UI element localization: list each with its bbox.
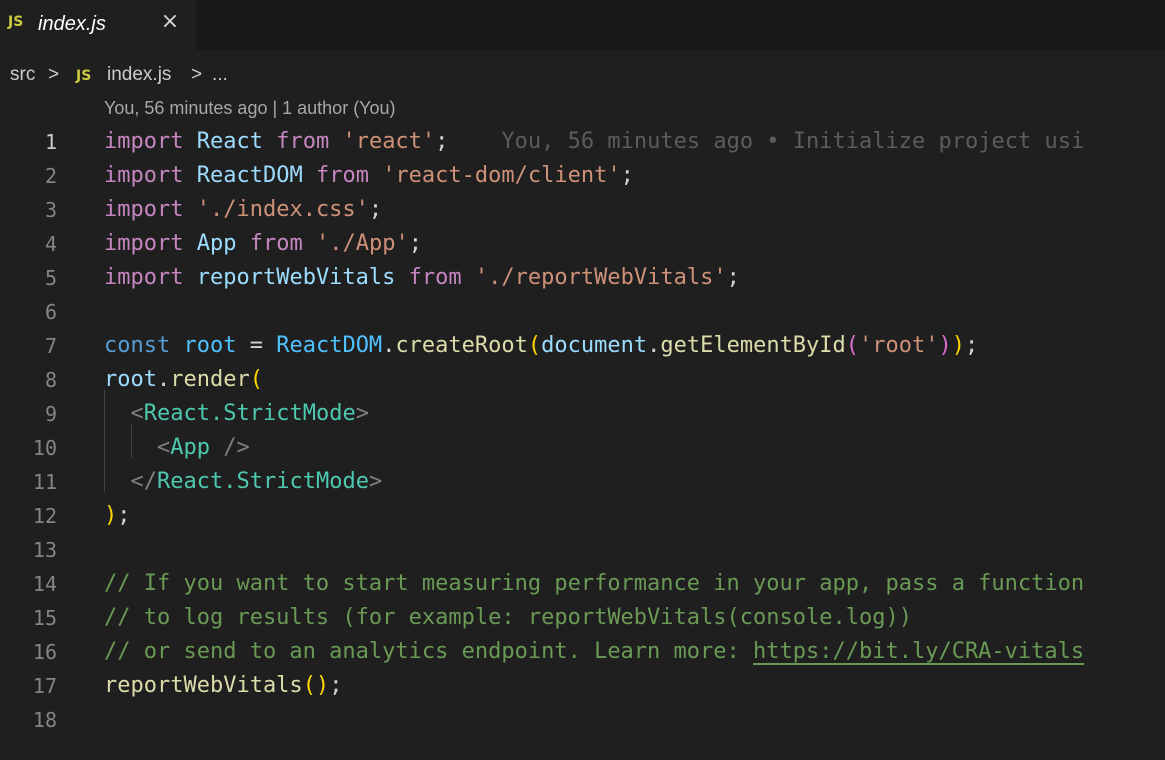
chevron-right-icon: > <box>48 64 60 85</box>
tab-bar: JS index.js × <box>0 0 1165 50</box>
line-number: 9 <box>44 402 57 426</box>
line-number: 12 <box>32 504 57 528</box>
code-line[interactable]: 10 <App /> <box>0 431 1165 465</box>
line-number: 13 <box>32 538 57 562</box>
code-text: import reportWebVitals from './reportWeb… <box>104 265 740 290</box>
code-line[interactable]: 12 ); <box>0 499 1165 533</box>
git-blame-codelens[interactable]: You, 56 minutes ago | 1 author (You) <box>104 98 396 119</box>
code-line[interactable]: 7 const root = ReactDOM.createRoot(docum… <box>0 329 1165 363</box>
code-line[interactable]: 5 import reportWebVitals from './reportW… <box>0 261 1165 295</box>
line-number: 11 <box>32 470 57 494</box>
line-number: 10 <box>32 436 57 460</box>
line-number: 4 <box>44 232 57 256</box>
code-line[interactable]: 15 // to log results (for example: repor… <box>0 601 1165 635</box>
line-number: 5 <box>44 266 57 290</box>
line-number: 7 <box>44 334 57 358</box>
javascript-file-icon: JS <box>8 14 24 30</box>
code-text: import App from './App'; <box>104 231 422 256</box>
comment-link[interactable]: https://bit.ly/CRA-vitals <box>753 639 1084 664</box>
breadcrumb-file[interactable]: index.js <box>107 64 171 86</box>
code-comment: // or send to an analytics endpoint. Lea… <box>104 639 1085 664</box>
code-text: reportWebVitals(); <box>104 673 343 698</box>
code-line[interactable]: 3 import './index.css'; <box>0 193 1165 227</box>
line-number: 17 <box>32 674 57 698</box>
javascript-file-icon: JS <box>76 68 92 84</box>
code-line[interactable]: 13 <box>0 533 1165 567</box>
code-text: <App /> <box>156 435 250 460</box>
close-icon[interactable]: × <box>158 10 182 34</box>
code-comment: // to log results (for example: reportWe… <box>104 605 912 630</box>
code-line[interactable]: 17 reportWebVitals(); <box>0 669 1165 703</box>
code-text: import './index.css'; <box>104 197 383 222</box>
line-number: 15 <box>32 606 57 630</box>
code-line[interactable]: 6 <box>0 295 1165 329</box>
code-text: import React from 'react'; You, 56 minut… <box>104 129 1085 154</box>
line-number: 3 <box>44 198 57 222</box>
breadcrumb-folder-src[interactable]: src <box>10 64 35 86</box>
tab-title[interactable]: index.js <box>38 13 106 36</box>
code-text: root.render( <box>104 367 263 392</box>
line-number: 1 <box>44 130 57 154</box>
code-text: import ReactDOM from 'react-dom/client'; <box>104 163 634 188</box>
code-line[interactable]: 4 import App from './App'; <box>0 227 1165 261</box>
code-line[interactable]: 9 <React.StrictMode> <box>0 397 1165 431</box>
line-number: 16 <box>32 640 57 664</box>
code-text: ); <box>104 503 131 528</box>
code-line[interactable]: 18 <box>0 703 1165 737</box>
code-line[interactable]: 1 import React from 'react'; You, 56 min… <box>0 125 1165 159</box>
code-text: const root = ReactDOM.createRoot(documen… <box>104 333 979 358</box>
code-line[interactable]: 8 root.render( <box>0 363 1165 397</box>
code-line[interactable]: 16 // or send to an analytics endpoint. … <box>0 635 1165 669</box>
code-line[interactable]: 14 // If you want to start measuring per… <box>0 567 1165 601</box>
inline-git-blame: You, 56 minutes ago • Initialize project… <box>501 129 1085 154</box>
line-number: 18 <box>32 708 57 732</box>
breadcrumb-more[interactable]: ... <box>212 64 228 86</box>
code-line[interactable]: 11 </React.StrictMode> <box>0 465 1165 499</box>
code-line[interactable]: 2 import ReactDOM from 'react-dom/client… <box>0 159 1165 193</box>
line-number: 2 <box>44 164 57 188</box>
line-number: 14 <box>32 572 57 596</box>
code-comment: // If you want to start measuring perfor… <box>104 571 1085 596</box>
line-number: 6 <box>44 300 57 324</box>
tab-index-js[interactable]: JS index.js × <box>0 0 196 50</box>
line-number: 8 <box>44 368 57 392</box>
chevron-right-icon: > <box>191 64 203 85</box>
code-text: <React.StrictMode> <box>130 401 369 426</box>
code-text: </React.StrictMode> <box>130 469 383 494</box>
